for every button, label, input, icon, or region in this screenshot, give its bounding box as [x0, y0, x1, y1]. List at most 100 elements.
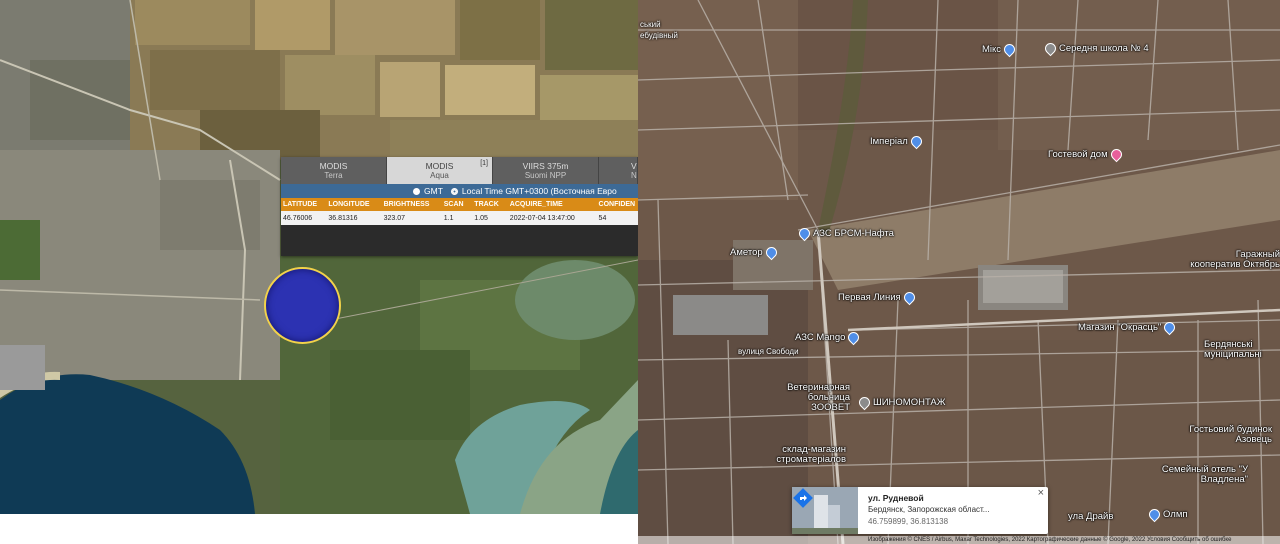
- tab-sub: Suomi NPP: [524, 171, 567, 180]
- street-label-svobody: вулиця Свободи: [738, 347, 799, 356]
- gmt-radio-label: GMT: [424, 186, 443, 196]
- poi-olmp[interactable]: Олмп: [1146, 506, 1188, 523]
- poi-magazin-okrasts[interactable]: Магазин "Окрасць": [1078, 319, 1178, 336]
- col-latitude: LATITUDE: [283, 201, 318, 208]
- tab-label: MODIS: [319, 161, 348, 171]
- local-time-radio-label: Local Time GMT+0300 (Восточная Евро: [461, 186, 617, 196]
- poi-label: Первая Линия: [838, 292, 901, 303]
- left-blank-strip: [0, 514, 638, 544]
- tab-modis-terra[interactable]: MODIS Terra: [281, 157, 387, 184]
- tab-sub: N: [631, 171, 637, 180]
- satellite-map-left[interactable]: MODIS Terra MODIS Aqua [1] VIIRS 375m Su…: [0, 0, 638, 514]
- poi-ametor[interactable]: Аметор: [730, 244, 780, 261]
- address-coords: 46.759899, 36.813138: [868, 517, 949, 526]
- poi-label: Бердянські мунiципальнi: [1204, 339, 1262, 360]
- map-attribution: Изображения © CNES / Airbus, Maxar Techn…: [638, 536, 1280, 544]
- service-pin-icon: [856, 394, 873, 411]
- fire-info-popup: MODIS Terra MODIS Aqua [1] VIIRS 375m Su…: [281, 157, 638, 256]
- poi-vet-clinic[interactable]: Ветеринарная больница ЗООВЕТ: [778, 383, 850, 413]
- poi-berdyansk-municipal[interactable]: Бердянські мунiципальнi: [1204, 340, 1280, 360]
- tab-sub: Aqua: [430, 171, 449, 180]
- col-track: TRACK: [474, 201, 499, 208]
- cell-track: 1.05: [474, 214, 488, 222]
- cell-acquire-time: 2022-07-04 13:47:00: [509, 214, 575, 222]
- poi-label: Гостевой дом: [1048, 149, 1108, 160]
- poi-azs-brsm[interactable]: АЗС БРСМ-Нафта: [796, 225, 894, 242]
- shop-pin-icon: [908, 133, 925, 150]
- col-scan: SCAN: [443, 201, 464, 208]
- shop-pin-icon: [1146, 506, 1163, 523]
- poi-garage-coop[interactable]: Гаражный кооператив Октябрь: [1186, 250, 1280, 270]
- cell-brightness: 323.07: [383, 214, 405, 222]
- col-confidence: CONFIDEN: [598, 201, 636, 208]
- poi-label: ШИНОМОНТАЖ: [873, 397, 946, 408]
- address-card[interactable]: ул. Рудневой Бердянск, Запорожская облас…: [792, 487, 1048, 534]
- col-longitude: LONGITUDE: [328, 201, 370, 208]
- poi-imperial[interactable]: Імперіал: [870, 133, 925, 150]
- address-card-text: ул. Рудневой Бердянск, Запорожская облас…: [858, 487, 1008, 534]
- poi-label: Гостьовий будинок Азовець: [1189, 424, 1272, 445]
- street-label-partial-1: ський: [640, 20, 661, 29]
- fire-hotspot-marker[interactable]: [264, 267, 341, 344]
- col-brightness: BRIGHTNESS: [383, 201, 430, 208]
- poi-pervaya-liniya[interactable]: Первая Линия: [838, 289, 918, 306]
- shop-pin-icon: [1162, 319, 1178, 336]
- time-mode-selector: GMT Local Time GMT+0300 (Восточная Евро: [281, 184, 638, 198]
- gmt-radio[interactable]: [413, 187, 420, 195]
- shop-pin-icon: [763, 244, 779, 261]
- col-acquire-time: ACQUIRE_TIME: [509, 201, 563, 208]
- poi-tire-service[interactable]: ШИНОМОНТАЖ: [856, 394, 946, 411]
- poi-building-materials[interactable]: склад-магазин стромaтеpiалов: [746, 445, 846, 465]
- tab-label: MODIS: [425, 161, 454, 171]
- tab-modis-aqua[interactable]: MODIS Aqua [1]: [387, 157, 493, 184]
- poi-label: Середня школа № 4: [1059, 43, 1149, 54]
- directions-icon[interactable]: [792, 487, 814, 509]
- address-title: ул. Рудневой: [868, 493, 924, 503]
- poi-label: склад-магазин стромaтеpiалов: [776, 444, 846, 465]
- fuel-pin-icon: [846, 329, 862, 346]
- tab-viirs-snpp[interactable]: VIIRS 375m Suomi NPP: [493, 157, 599, 184]
- local-time-radio[interactable]: [450, 187, 458, 195]
- tab-label: VIIRS 375m: [522, 161, 569, 171]
- poi-miks[interactable]: Мікс: [982, 41, 1018, 58]
- address-subtitle: Бердянск, Запорожская област...: [868, 505, 990, 514]
- tab-sub: Terra: [324, 171, 343, 180]
- cell-confidence: 54: [598, 214, 607, 222]
- poi-label: Семейный отель "У Владлена": [1161, 464, 1248, 485]
- close-icon[interactable]: ×: [1038, 487, 1044, 499]
- poi-label: Ветеринарная больница ЗООВЕТ: [787, 382, 850, 413]
- shop-pin-icon: [1001, 41, 1018, 58]
- tab-label: VI: [631, 161, 637, 171]
- left-map-imagery: [0, 0, 638, 514]
- poi-guest-house[interactable]: Гостевой дом: [1048, 146, 1125, 163]
- poi-label: ула Драйв: [1068, 511, 1114, 522]
- satellite-map-right[interactable]: Мікс Середня школа № 4 Імперіал Гостевой…: [638, 0, 1280, 544]
- satellite-tabs: MODIS Terra MODIS Aqua [1] VIIRS 375m Su…: [281, 157, 638, 184]
- cell-scan: 1.1: [443, 214, 454, 222]
- poi-label: Олмп: [1163, 509, 1188, 520]
- poi-label: АЗС Mango: [795, 332, 846, 343]
- poi-label: АЗС БРСМ-Нафта: [813, 228, 894, 239]
- poi-label: Аметор: [730, 247, 763, 258]
- cell-longitude: 36.81316: [328, 214, 358, 222]
- poi-drive[interactable]: ула Драйв: [1068, 511, 1113, 522]
- hotel-pin-icon: [1108, 146, 1124, 163]
- tab-viirs-noaa[interactable]: VI N: [599, 157, 638, 184]
- cell-latitude: 46.76006: [283, 214, 313, 222]
- poi-hotel-u-vladlena[interactable]: Семейный отель "У Владлена": [1118, 465, 1248, 485]
- street-label-partial-2: ебудівный: [640, 31, 678, 40]
- poi-school-4[interactable]: Середня школа № 4: [1042, 40, 1149, 57]
- school-pin-icon: [1042, 40, 1059, 57]
- right-map-imagery: [638, 0, 1280, 544]
- tab-count: [1]: [480, 160, 488, 167]
- poi-label: Гаражный кооператив Октябрь: [1190, 249, 1280, 270]
- fire-table-header: LATITUDE LONGITUDE BRIGHTNESS SCAN TRACK…: [281, 198, 638, 211]
- poi-label: Імперіал: [870, 136, 908, 147]
- poi-label: Магазин "Окрасць": [1078, 322, 1162, 333]
- poi-guest-house-azovets[interactable]: Гостьовий будинок Азовець: [1178, 425, 1272, 445]
- poi-azs-mango[interactable]: АЗС Mango: [795, 329, 862, 346]
- table-row: 46.76006 36.81316 323.07 1.1 1.05 2022-0…: [281, 211, 638, 225]
- shop-pin-icon: [901, 289, 917, 306]
- screen: MODIS Terra MODIS Aqua [1] VIIRS 375m Su…: [0, 0, 1280, 544]
- poi-label: Мікс: [982, 44, 1002, 55]
